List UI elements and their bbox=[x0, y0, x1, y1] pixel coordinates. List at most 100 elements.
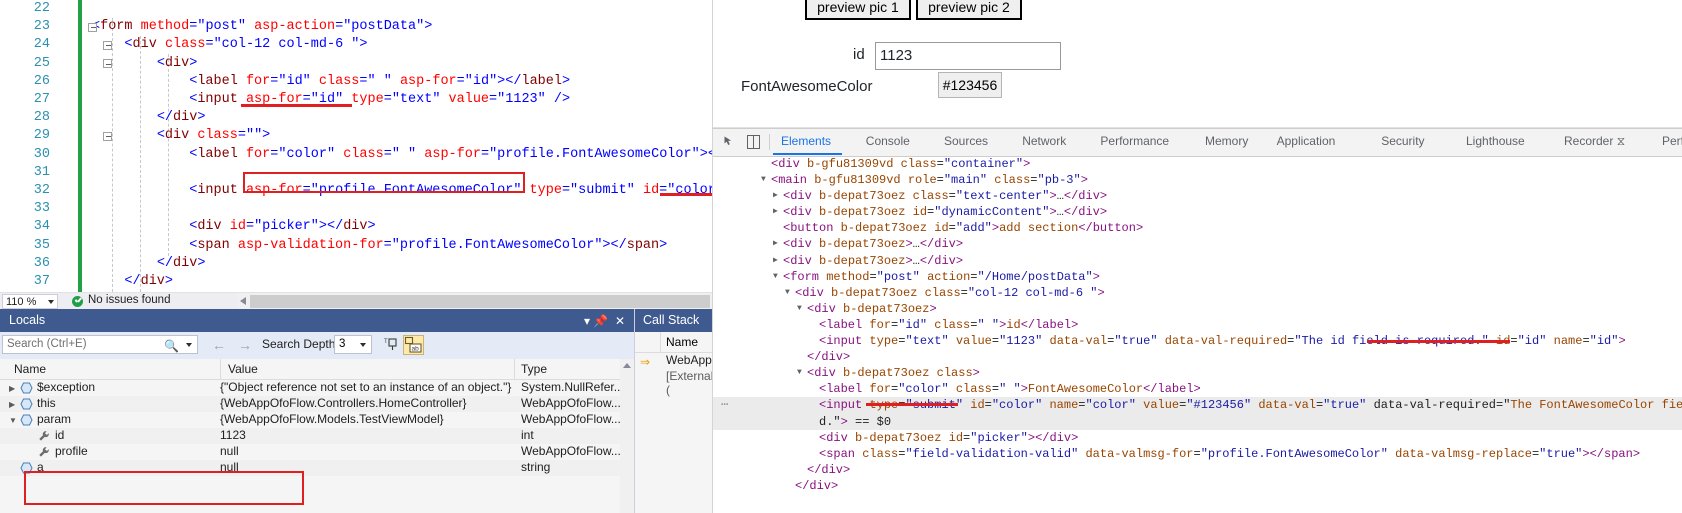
panel-dropdown-icon[interactable]: ▾ bbox=[584, 314, 590, 328]
column-divider[interactable] bbox=[514, 359, 515, 379]
dom-node-text: <label for="id" class=" ">id</label> bbox=[819, 317, 1079, 332]
close-icon[interactable]: ✕ bbox=[615, 314, 625, 328]
fold-toggle[interactable] bbox=[103, 131, 112, 141]
fold-toggle[interactable] bbox=[88, 22, 97, 32]
editor-horizontal-scrollbar[interactable] bbox=[238, 293, 712, 310]
tab-network[interactable]: Network bbox=[1022, 134, 1066, 148]
fold-toggle[interactable] bbox=[103, 59, 112, 69]
scroll-up-arrow-icon[interactable] bbox=[623, 363, 631, 368]
tab-elements[interactable]: Elements bbox=[781, 134, 831, 148]
fontawesomecolor-submit-button[interactable]: #123456 bbox=[938, 72, 1002, 98]
dom-node[interactable]: ▶ <div b-depat73oez class="text-center">…… bbox=[713, 188, 1682, 204]
table-row[interactable]: ▶ this {WebAppOfoFlow.Controllers.HomeCont… bbox=[0, 396, 634, 412]
collapse-arrow-icon[interactable]: ▼ bbox=[9, 416, 18, 425]
expand-arrow-icon[interactable]: ▶ bbox=[773, 204, 778, 220]
dom-node[interactable]: ▶ <div b-depat73oez>…</div> bbox=[713, 236, 1682, 252]
device-toolbar-icon[interactable] bbox=[747, 135, 760, 149]
line-number: 35 bbox=[33, 237, 50, 253]
pin-watch-toggle-button[interactable]: T bbox=[382, 335, 401, 354]
fold-toggle[interactable] bbox=[103, 40, 112, 50]
table-row[interactable]: ▶ $exception {"Object reference not set to… bbox=[0, 380, 634, 396]
line-number: 31 bbox=[33, 164, 50, 180]
scroll-left-arrow-icon[interactable] bbox=[240, 297, 246, 305]
dom-node-text: <span class="field-validation-valid" dat… bbox=[819, 446, 1641, 461]
tab-lighthouse[interactable]: Lighthouse bbox=[1466, 134, 1525, 148]
cell-type: WebAppOfoFlow.... bbox=[521, 412, 625, 426]
dom-node[interactable]: <div b-depat73oez id="picker"></div> bbox=[713, 430, 1682, 446]
expand-arrow-icon[interactable]: ▶ bbox=[773, 188, 778, 204]
fontawesomecolor-label: FontAwesomeColor bbox=[741, 78, 873, 95]
scrollbar-thumb[interactable] bbox=[250, 295, 710, 308]
id-input[interactable]: 1123 bbox=[875, 42, 1061, 70]
tab-performance[interactable]: Performance bbox=[1100, 134, 1169, 148]
call-stack-row[interactable]: ⇒ WebAppO bbox=[635, 353, 712, 369]
preview-pic-1-button[interactable]: preview pic 1 bbox=[805, 0, 911, 20]
tab-console[interactable]: Console bbox=[866, 134, 910, 148]
search-prev-icon[interactable]: ← bbox=[212, 337, 226, 353]
collapse-arrow-icon[interactable]: ▼ bbox=[797, 365, 802, 381]
column-divider[interactable] bbox=[220, 359, 221, 379]
search-icon[interactable]: 🔍 bbox=[164, 339, 179, 353]
dom-node[interactable]: ▼ <div b-depat73oez> bbox=[713, 301, 1682, 317]
expand-arrow-icon[interactable]: ▶ bbox=[773, 253, 778, 269]
search-next-icon[interactable]: → bbox=[238, 337, 252, 353]
dom-node[interactable]: <div b-gfu81309vd class="container"> bbox=[713, 156, 1682, 172]
dom-node[interactable]: <span class="field-validation-valid" dat… bbox=[713, 446, 1682, 462]
dom-node-text: <div b-depat73oez class="col-12 col-md-6… bbox=[795, 285, 1105, 300]
preview-pic-2-button[interactable]: preview pic 2 bbox=[916, 0, 1022, 20]
dom-tree[interactable]: <div b-gfu81309vd class="container"> ▼ <ma… bbox=[713, 156, 1682, 513]
collapse-arrow-icon[interactable]: ▼ bbox=[761, 172, 766, 188]
tab-performance-i[interactable]: Performance i bbox=[1662, 134, 1682, 148]
more-options-icon[interactable]: ⋯ bbox=[721, 397, 729, 413]
show-raw-structure-button[interactable]: ab bbox=[403, 335, 424, 355]
line-number: 25 bbox=[33, 55, 50, 71]
devtools-panel: Elements Console Sources Network Performance… bbox=[712, 128, 1682, 513]
line-number: 34 bbox=[33, 219, 50, 235]
search-depth-selector[interactable]: 3 bbox=[334, 335, 372, 354]
tab-security[interactable]: Security bbox=[1381, 134, 1424, 148]
devtools-tab-bar: Elements Console Sources Network Performance… bbox=[713, 129, 1682, 157]
dom-node-text: <input type="submit" id="color" name="co… bbox=[819, 398, 1682, 413]
pin-icon[interactable]: 📌 bbox=[593, 314, 608, 328]
collapse-arrow-icon[interactable]: ▼ bbox=[773, 269, 778, 285]
table-row[interactable]: profile null WebAppOfoFlow.... bbox=[0, 444, 634, 460]
dom-node[interactable]: <button b-depat73oez id="add">add sectio… bbox=[713, 220, 1682, 236]
search-input[interactable]: Search (Ctrl+E) 🔍 bbox=[2, 335, 198, 354]
dom-node[interactable]: <label for="id" class=" ">id</label> bbox=[713, 317, 1682, 333]
dom-node[interactable]: ▼ <div b-depat73oez class> bbox=[713, 365, 1682, 381]
expand-arrow-icon[interactable]: ▶ bbox=[9, 400, 18, 409]
dom-node[interactable]: </div> bbox=[713, 478, 1682, 494]
dom-node[interactable]: <input type="text" value="1123" data-val… bbox=[713, 333, 1682, 349]
inspect-element-icon[interactable] bbox=[723, 135, 738, 149]
dom-node[interactable]: <label for="color" class=" ">FontAwesome… bbox=[713, 381, 1682, 397]
code-editor[interactable]: 22 23 <form method="post" asp-action="post… bbox=[0, 0, 712, 292]
table-row[interactable]: id 1123 int bbox=[0, 428, 634, 444]
line-text: </div> bbox=[156, 255, 206, 271]
zoom-level-selector[interactable]: 110 % bbox=[2, 294, 58, 309]
dom-node[interactable]: ▶ <div b-depat73oez>…</div> bbox=[713, 253, 1682, 269]
cell-name: id bbox=[55, 428, 65, 442]
expand-arrow-icon[interactable]: ▶ bbox=[9, 384, 18, 393]
expand-arrow-icon[interactable]: ▶ bbox=[773, 236, 778, 252]
dom-node[interactable]: ▶ <div b-depat73oez id="dynamicContent">…… bbox=[713, 204, 1682, 220]
locals-vertical-scrollbar[interactable] bbox=[620, 359, 634, 513]
collapse-arrow-icon[interactable]: ▼ bbox=[797, 301, 802, 317]
tab-recorder[interactable]: Recorder ⧖ bbox=[1564, 134, 1625, 149]
tab-application[interactable]: Application bbox=[1277, 134, 1336, 148]
table-row[interactable]: ▼ param {WebAppOfoFlow.Models.TestViewMode… bbox=[0, 412, 634, 428]
dom-node[interactable]: d."> == $0 bbox=[713, 413, 1682, 430]
line-number: 24 bbox=[33, 37, 50, 53]
call-stack-row[interactable]: [External ( bbox=[635, 369, 712, 397]
dom-node[interactable]: ▼ <div b-depat73oez class="col-12 col-md-… bbox=[713, 285, 1682, 301]
tab-sources[interactable]: Sources bbox=[944, 134, 988, 148]
collapse-arrow-icon[interactable]: ▼ bbox=[785, 285, 790, 301]
cell-value: {WebAppOfoFlow.Controllers.HomeControlle… bbox=[220, 396, 467, 410]
dom-node[interactable]: ⋯ <input type="submit" id="color" name="c… bbox=[713, 397, 1682, 414]
dom-node[interactable]: </div> bbox=[713, 349, 1682, 365]
dom-node[interactable]: ▼ <form method="post" action="/Home/postD… bbox=[713, 269, 1682, 285]
dom-node[interactable]: </div> bbox=[713, 462, 1682, 478]
chevron-down-icon[interactable] bbox=[186, 343, 192, 347]
dom-node[interactable]: ▼ <main b-gfu81309vd role="main" class="p… bbox=[713, 172, 1682, 188]
tab-memory[interactable]: Memory bbox=[1205, 134, 1248, 148]
dom-node-text: <div b-depat73oez class="text-center">…<… bbox=[783, 189, 1108, 204]
